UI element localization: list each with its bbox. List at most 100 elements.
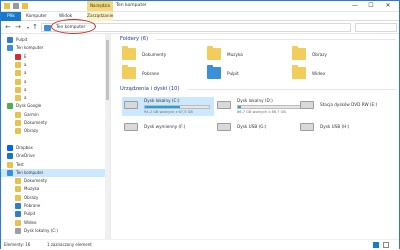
sidebar-item-label: a (24, 86, 27, 92)
sidebar-item[interactable]: Dokumenty (1, 177, 109, 185)
up-button[interactable]: ↑ (31, 23, 39, 32)
drive-usage-bar (144, 105, 210, 109)
drive-item[interactable]: Dysk lokalny (C:) 94,2 GB wolnych z 67,5 … (124, 97, 219, 117)
close-button[interactable]: ✕ (380, 1, 396, 11)
drive-item[interactable]: Dysk USB (G:) (217, 119, 312, 139)
drive-item[interactable]: Stacja dysków DVD RW (E:) (300, 97, 395, 117)
folder-item[interactable]: Obrazy (292, 46, 372, 63)
maximize-button[interactable]: ☐ (363, 1, 379, 11)
drive-item[interactable]: Dysk lokalny (D:) 86,7 GB wolnych z 86,7 … (217, 97, 312, 117)
sidebar-item[interactable]: a (1, 86, 109, 94)
sidebar-item-icon (15, 128, 21, 135)
drive-icon (124, 101, 138, 109)
sidebar-item-label: Ten komputer (16, 45, 44, 51)
minimize-button[interactable]: — (347, 1, 363, 11)
sidebar-item[interactable]: a (1, 78, 109, 86)
contextual-tab-drive-tools: Narzędzia dysku (87, 1, 113, 18)
folder-label: Pobrane (142, 71, 160, 76)
drive-usage-fill (238, 106, 242, 108)
sidebar-item[interactable]: Ten komputer (1, 168, 109, 177)
sidebar-item-icon (7, 136, 13, 143)
sidebar-item-label: Wideo (24, 219, 37, 225)
sidebar-item[interactable]: Obrazy (1, 194, 109, 202)
sidebar-item-label: a (24, 70, 27, 76)
sidebar-item[interactable]: OneDrive (1, 152, 109, 160)
sidebar-item[interactable]: Wideo (1, 219, 109, 227)
properties-icon[interactable] (13, 3, 19, 9)
quick-access-folder-icon[interactable] (4, 3, 10, 9)
title-bar: Narzędzia dysku Ten komputer — ☐ ✕ (1, 1, 399, 18)
highlight-annotation (51, 19, 96, 34)
forward-button[interactable]: → (14, 23, 22, 32)
sidebar-item[interactable]: E (1, 53, 109, 61)
sidebar-item[interactable]: a (1, 61, 109, 69)
sidebar-item-icon (7, 169, 13, 176)
tab-file[interactable]: Plik (1, 12, 21, 21)
drives-group-divider (188, 89, 396, 90)
back-button[interactable]: ← (4, 23, 12, 32)
sidebar-item[interactable]: Ten komputer (1, 44, 109, 52)
folder-label: Wideo (312, 71, 326, 76)
sidebar-item[interactable]: Dysk Google (1, 102, 109, 110)
folder-icon (207, 46, 221, 60)
sidebar-item-label: E (24, 53, 27, 59)
folder-item[interactable]: Dokumenty (122, 46, 202, 63)
drive-label: Dysk wymienny (F:) (144, 124, 186, 129)
sidebar-item-label: Dokumenty (24, 120, 48, 125)
sidebar-item (1, 136, 109, 144)
drive-icon (217, 101, 231, 109)
sidebar-item[interactable]: Dokumenty (1, 119, 109, 127)
sidebar-item-label: Ten komputer (16, 169, 44, 175)
sidebar-item-label: a (24, 78, 27, 84)
drive-icon (300, 123, 314, 131)
sidebar-item[interactable]: Pulpit (1, 210, 109, 218)
sidebar-item[interactable]: Dysk lokalny (C:) (1, 227, 109, 235)
drive-item[interactable]: Dysk wymienny (F:) (124, 119, 219, 139)
drive-usage-bar (237, 105, 303, 109)
new-folder-icon[interactable] (22, 3, 28, 9)
sidebar-item[interactable]: Garmin (1, 111, 109, 119)
details-view-icon[interactable] (373, 242, 379, 248)
content-pane: Foldery (6) Dokumenty Muzyka Obrazy Pobrane… (112, 34, 399, 239)
sidebar-item-label: Pulpit (24, 211, 36, 217)
tab-computer[interactable]: Komputer (26, 12, 47, 21)
sidebar-item-label: a (24, 95, 27, 101)
sidebar-item[interactable]: Obrazy (1, 127, 109, 135)
folders-group-divider (156, 39, 396, 40)
drive-label: Dysk lokalny (D:) (237, 98, 273, 103)
folder-item[interactable]: Pobrane (122, 65, 202, 82)
drives-group-header[interactable]: Urządzenia i dyski (10) (120, 85, 180, 93)
folder-item[interactable]: Pulpit (207, 65, 287, 82)
sidebar-item-icon (15, 95, 21, 102)
sidebar-item-icon (15, 70, 21, 77)
sidebar-item-icon (7, 153, 13, 160)
sidebar-item-label: Obrazy (24, 194, 39, 200)
search-input[interactable] (355, 23, 397, 32)
tab-manage[interactable]: Zarządzanie (87, 12, 113, 21)
drive-icon (217, 123, 231, 131)
drive-icon (300, 101, 314, 109)
sidebar-item-icon (15, 186, 21, 193)
sidebar-item[interactable]: Test (1, 161, 109, 169)
drive-free-space: 94,2 GB wolnych z 67,5 GB (144, 110, 193, 114)
drive-item[interactable]: Dysk USB (H:) (300, 119, 395, 139)
sidebar-item-label: Muzyka (24, 186, 40, 192)
computer-icon (44, 25, 51, 31)
folder-item[interactable]: Wideo (292, 65, 372, 82)
sidebar-item[interactable]: Dropbox (1, 144, 109, 152)
status-bar: Elementy: 16 1 zaznaczony element (1, 239, 399, 249)
sidebar-item[interactable]: Muzyka (1, 185, 109, 193)
folders-group-header[interactable]: Foldery (6) (120, 35, 148, 43)
sidebar-item-label: Dropbox (16, 144, 33, 150)
folder-item[interactable]: Muzyka (207, 46, 287, 63)
folder-label: Dokumenty (142, 52, 167, 57)
sidebar-item[interactable]: Pulpit (1, 36, 109, 44)
sidebar-item-label: Garmin (24, 111, 39, 117)
sidebar-item-label: Dysk lokalny (C:) (24, 227, 58, 233)
sidebar-item[interactable]: a (1, 94, 109, 102)
drive-usage-fill (145, 106, 181, 108)
sidebar-item[interactable]: Pobrane (1, 202, 109, 210)
large-icons-view-icon[interactable] (383, 242, 389, 248)
sidebar-scroll-thumb[interactable] (106, 40, 109, 100)
sidebar-item[interactable]: a (1, 69, 109, 77)
